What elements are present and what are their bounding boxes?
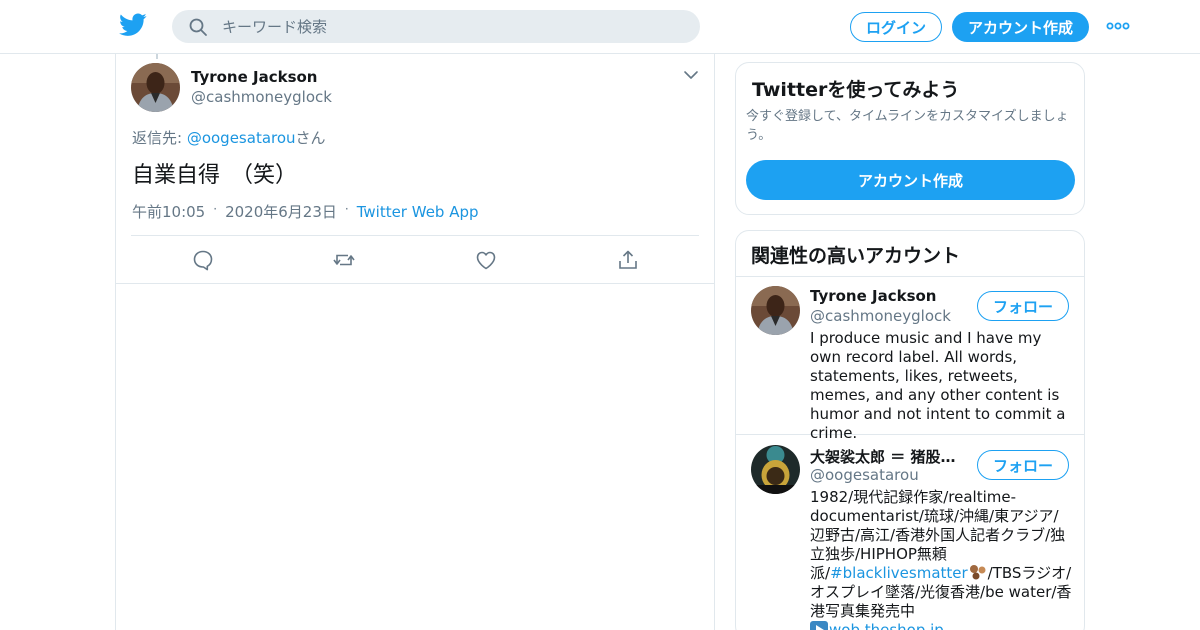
account-handle[interactable]: @cashmoneyglock [810, 307, 951, 325]
bio-link[interactable]: wob.theshop.jp [829, 621, 944, 630]
tweet-actions [116, 236, 714, 284]
separator-dot: · [344, 201, 349, 216]
top-bar: ログイン アカウント作成 [0, 0, 1200, 54]
account-name[interactable]: 大袈裟太郎 ＝ 猪股東吾 [810, 446, 970, 467]
signup-card-description: 今すぐ登録して、タイムラインをカスタマイズしましょう。 [746, 109, 1069, 143]
follow-button[interactable]: フォロー [977, 291, 1069, 321]
signup-card: Twitterを使ってみよう 今すぐ登録して、タイムラインをカスタマイズしましょ… [735, 62, 1085, 215]
signup-card-button[interactable]: アカウント作成 [746, 160, 1075, 200]
avatar[interactable] [751, 445, 800, 494]
tweet-column: Tyrone Jackson @cashmoneyglock 返信先: @oog… [115, 54, 715, 630]
account-name[interactable]: Tyrone Jackson [810, 287, 970, 305]
related-account-item[interactable]: 大袈裟太郎 ＝ 猪股東吾 @oogesatarou フォロー 1982/現代記録… [736, 436, 1084, 630]
hashtag-link[interactable]: #blacklivesmatter [830, 564, 968, 582]
tweet-date[interactable]: 2020年6月23日 [225, 201, 337, 222]
search-bar[interactable] [172, 10, 700, 43]
retweet-icon[interactable] [332, 248, 356, 272]
related-accounts-card: 関連性の高いアカウント Tyrone Jackson @cashmoneyglo… [735, 230, 1085, 630]
related-account-item[interactable]: Tyrone Jackson @cashmoneyglock フォロー I pr… [736, 277, 1084, 442]
avatar[interactable] [751, 286, 800, 335]
tweet-author-name[interactable]: Tyrone Jackson [191, 68, 318, 86]
share-icon[interactable] [616, 248, 640, 272]
thread-connector [156, 54, 158, 59]
login-button[interactable]: ログイン [850, 12, 942, 42]
tweet-text: 自業自得 （笑） [132, 163, 298, 188]
account-bio: I produce music and I have my own record… [810, 329, 1066, 442]
tweet-author-handle[interactable]: @cashmoneyglock [191, 88, 332, 106]
chevron-down-icon[interactable] [683, 69, 699, 81]
reply-prefix: 返信先: [132, 129, 187, 147]
brown-dots-emoji-icon [969, 565, 986, 580]
tweet-meta: 午前10:05 · 2020年6月23日 · Twitter Web App [132, 201, 479, 222]
tweet-time[interactable]: 午前10:05 [132, 201, 205, 222]
reply-context: 返信先: @oogesatarouさん [132, 127, 326, 148]
play-button-icon [810, 621, 828, 630]
more-dots-icon[interactable] [1106, 20, 1130, 32]
search-icon [189, 18, 207, 36]
reply-to-link[interactable]: @oogesatarou [187, 129, 296, 147]
reply-icon[interactable] [191, 248, 215, 272]
follow-button[interactable]: フォロー [977, 450, 1069, 480]
tweet-source-link[interactable]: Twitter Web App [357, 203, 479, 221]
related-accounts-title: 関連性の高いアカウント [751, 245, 961, 267]
account-bio: 1982/現代記録作家/realtime-documentarist/琉球/沖縄… [810, 488, 1072, 630]
avatar[interactable] [131, 63, 180, 112]
signup-card-title: Twitterを使ってみよう [752, 79, 960, 101]
separator-dot: · [213, 201, 218, 216]
reply-suffix: さん [295, 129, 326, 147]
like-icon[interactable] [474, 248, 498, 272]
signup-button[interactable]: アカウント作成 [952, 12, 1089, 42]
search-input[interactable] [222, 10, 682, 43]
account-handle[interactable]: @oogesatarou [810, 466, 919, 484]
twitter-bird-icon[interactable] [119, 13, 147, 37]
